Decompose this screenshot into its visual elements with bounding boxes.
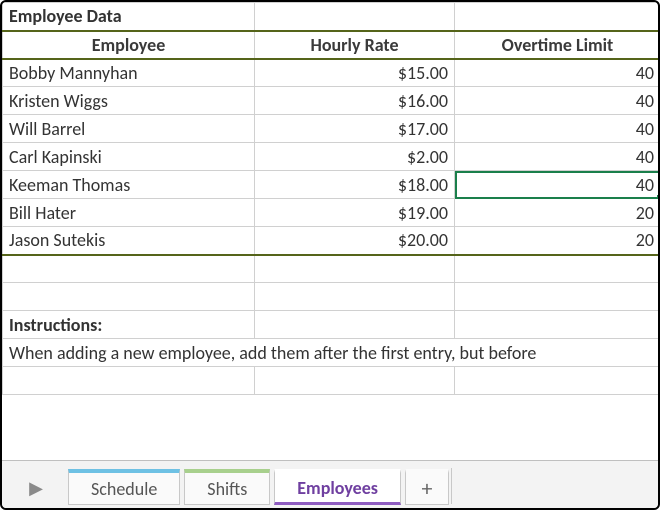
- cell-empty[interactable]: [255, 3, 455, 31]
- sheet-tab-bar: ▶ Schedule Shifts Employees +: [2, 460, 658, 508]
- cell-overtime-limit[interactable]: 20: [455, 199, 659, 227]
- cell-overtime-limit[interactable]: 40: [455, 143, 659, 171]
- employee-table: Employee Data Employee Hourly Rate Overt…: [2, 2, 658, 395]
- tab-label: Shifts: [207, 478, 247, 500]
- tab-schedule[interactable]: Schedule: [68, 469, 180, 505]
- plus-icon: +: [422, 475, 433, 502]
- cell-empty[interactable]: [455, 3, 659, 31]
- spreadsheet-window: Employee Data Employee Hourly Rate Overt…: [0, 0, 660, 510]
- cell-empty[interactable]: [255, 283, 455, 311]
- cell-empty[interactable]: [455, 255, 659, 283]
- cell-employee-name[interactable]: Carl Kapinski: [3, 143, 255, 171]
- table-row: Carl Kapinski$2.0040: [3, 143, 659, 171]
- cell-employee-name[interactable]: Kristen Wiggs: [3, 87, 255, 115]
- table-row: Will Barrel$17.0040: [3, 115, 659, 143]
- cell-employee-name[interactable]: Jason Sutekis: [3, 227, 255, 255]
- cell-overtime-limit[interactable]: 40: [455, 87, 659, 115]
- table-row: Kristen Wiggs$16.0040: [3, 87, 659, 115]
- blank-row: [3, 283, 659, 311]
- blank-row: [3, 367, 659, 395]
- tab-label: Schedule: [91, 478, 157, 500]
- tab-bar-spacer: [451, 468, 654, 504]
- instructions-label-row: Instructions:: [3, 311, 659, 339]
- cell-empty[interactable]: [3, 367, 255, 395]
- table-row: Bobby Mannyhan$15.0040: [3, 59, 659, 87]
- cell-empty[interactable]: [455, 283, 659, 311]
- tab-add-sheet[interactable]: +: [405, 469, 449, 505]
- page-title: Employee Data: [3, 3, 255, 31]
- tab-label: Employees: [297, 477, 378, 499]
- cell-overtime-limit[interactable]: 40: [455, 171, 659, 199]
- cell-hourly-rate[interactable]: $20.00: [255, 227, 455, 255]
- cell-empty[interactable]: [255, 255, 455, 283]
- tab-nav-button[interactable]: ▶: [6, 468, 66, 508]
- cell-overtime-limit[interactable]: 20: [455, 227, 659, 255]
- cell-overtime-limit[interactable]: 40: [455, 59, 659, 87]
- cell-employee-name[interactable]: Will Barrel: [3, 115, 255, 143]
- cell-hourly-rate[interactable]: $17.00: [255, 115, 455, 143]
- table-row: Keeman Thomas$18.0040: [3, 171, 659, 199]
- cell-hourly-rate[interactable]: $16.00: [255, 87, 455, 115]
- instructions-label[interactable]: Instructions:: [3, 311, 255, 339]
- table-header-row: Employee Hourly Rate Overtime Limit: [3, 31, 659, 59]
- col-header-employee[interactable]: Employee: [3, 31, 255, 59]
- col-header-ot[interactable]: Overtime Limit: [455, 31, 659, 59]
- table-row: Bill Hater$19.0020: [3, 199, 659, 227]
- cell-empty[interactable]: [3, 283, 255, 311]
- col-header-rate[interactable]: Hourly Rate: [255, 31, 455, 59]
- cell-empty[interactable]: [3, 255, 255, 283]
- cell-empty[interactable]: [255, 367, 455, 395]
- blank-row: [3, 255, 659, 283]
- cell-overtime-limit[interactable]: 40: [455, 115, 659, 143]
- cell-empty[interactable]: [255, 311, 455, 339]
- table-row: Jason Sutekis$20.0020: [3, 227, 659, 255]
- cell-hourly-rate[interactable]: $19.00: [255, 199, 455, 227]
- cell-hourly-rate[interactable]: $15.00: [255, 59, 455, 87]
- tab-employees[interactable]: Employees: [274, 469, 401, 505]
- cell-employee-name[interactable]: Bobby Mannyhan: [3, 59, 255, 87]
- cell-employee-name[interactable]: Bill Hater: [3, 199, 255, 227]
- worksheet-area[interactable]: Employee Data Employee Hourly Rate Overt…: [2, 2, 658, 460]
- play-icon: ▶: [29, 477, 43, 499]
- tab-shifts[interactable]: Shifts: [184, 469, 270, 505]
- cell-hourly-rate[interactable]: $2.00: [255, 143, 455, 171]
- cell-empty[interactable]: [455, 311, 659, 339]
- cell-hourly-rate[interactable]: $18.00: [255, 171, 455, 199]
- instructions-text-row: When adding a new employee, add them aft…: [3, 339, 659, 367]
- cell-employee-name[interactable]: Keeman Thomas: [3, 171, 255, 199]
- title-row: Employee Data: [3, 3, 659, 31]
- cell-empty[interactable]: [455, 367, 659, 395]
- instructions-text[interactable]: When adding a new employee, add them aft…: [3, 339, 659, 367]
